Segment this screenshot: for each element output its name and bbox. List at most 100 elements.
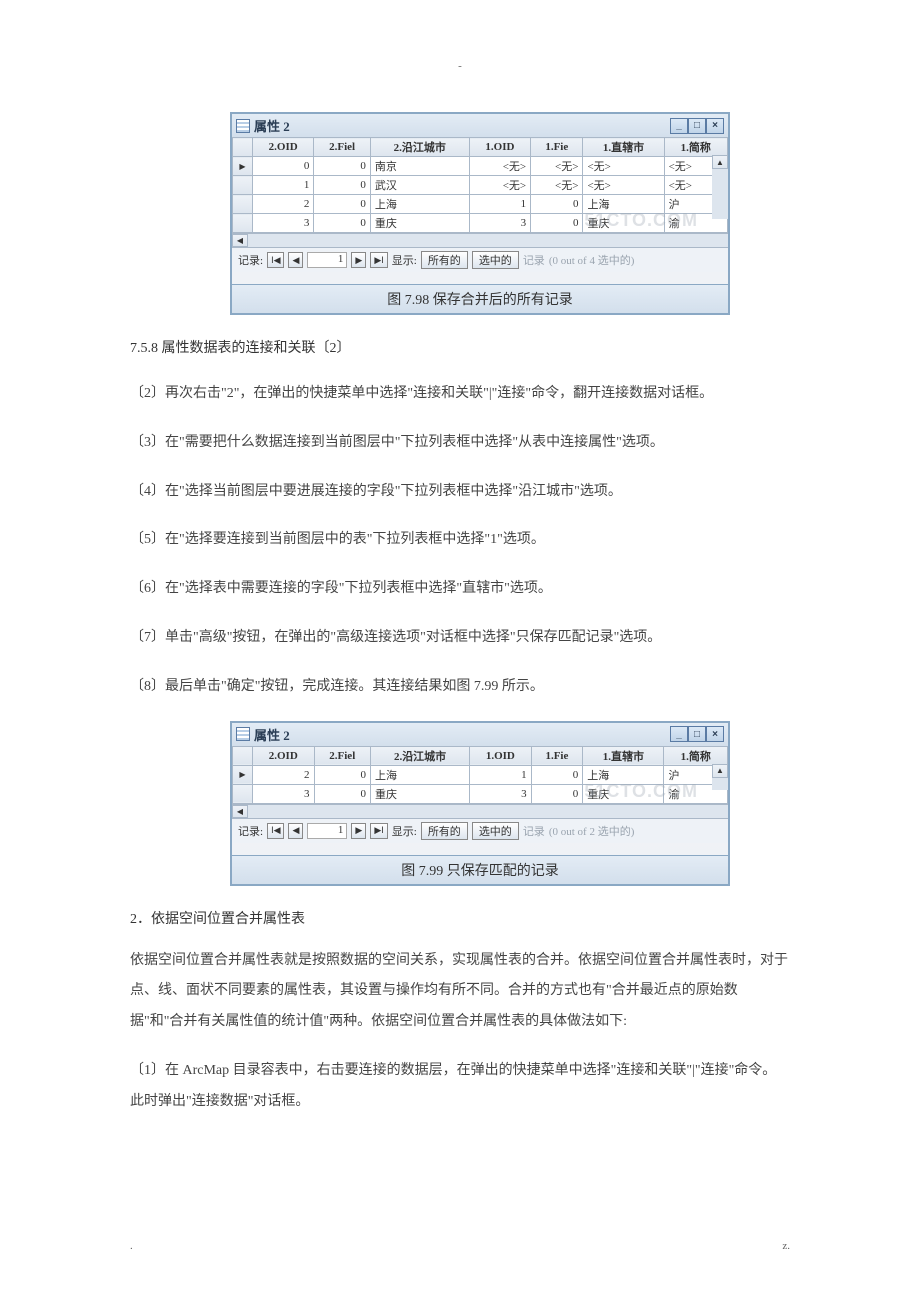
scroll-up-icon[interactable]: ▲ — [712, 155, 728, 169]
cell[interactable]: 2 — [253, 765, 315, 784]
minimize-button[interactable]: _ — [670, 118, 688, 134]
cell[interactable]: <无> — [531, 157, 583, 176]
table-row[interactable]: 10武汉<无><无><无><无> — [233, 176, 728, 195]
column-header[interactable] — [233, 746, 253, 765]
column-header[interactable]: 2.沿江城市 — [371, 746, 470, 765]
maximize-button[interactable]: □ — [688, 118, 706, 134]
cell[interactable]: 0 — [314, 195, 370, 214]
table-row[interactable]: 30重庆30重庆渝 — [233, 784, 728, 803]
column-header[interactable]: 2.OID — [253, 746, 315, 765]
prev-record-button[interactable]: ◀ — [288, 252, 303, 268]
cell[interactable]: 0 — [314, 157, 370, 176]
column-header[interactable]: 1.直辖市 — [583, 746, 664, 765]
cell[interactable]: 3 — [469, 214, 530, 233]
row-gutter[interactable] — [233, 765, 253, 784]
scroll-up-icon[interactable]: ▲ — [712, 764, 728, 778]
table-row[interactable]: 20上海10上海沪 — [233, 195, 728, 214]
horizontal-scrollbar[interactable]: ◀ — [232, 233, 728, 247]
last-record-button[interactable]: ▶I — [370, 252, 387, 268]
minimize-button[interactable]: _ — [670, 726, 688, 742]
last-record-button[interactable]: ▶I — [370, 823, 387, 839]
table-icon — [236, 727, 250, 741]
row-gutter[interactable] — [233, 176, 253, 195]
column-header[interactable]: 1.Fie — [531, 746, 583, 765]
column-header[interactable]: 1.简称 — [664, 746, 728, 765]
cell[interactable]: 重庆 — [583, 214, 664, 233]
column-header[interactable]: 1.简称 — [664, 138, 727, 157]
cell[interactable]: 上海 — [583, 765, 664, 784]
cell[interactable]: 南京 — [370, 157, 469, 176]
show-all-button[interactable]: 所有的 — [421, 251, 468, 269]
first-record-button[interactable]: I◀ — [267, 252, 284, 268]
cell[interactable]: 上海 — [371, 765, 470, 784]
cell[interactable]: 0 — [531, 214, 583, 233]
window-title-2: 属性 2 — [254, 725, 290, 744]
cell[interactable]: 3 — [253, 784, 315, 803]
show-all-button[interactable]: 所有的 — [421, 822, 468, 840]
prev-record-button[interactable]: ◀ — [288, 823, 303, 839]
data-grid-2[interactable]: 2.OID2.Fiel2.沿江城市1.OID1.Fie1.直辖市1.简称 20上… — [232, 746, 728, 804]
cell[interactable]: 0 — [531, 195, 583, 214]
record-number-input[interactable]: 1 — [307, 823, 347, 839]
first-record-button[interactable]: I◀ — [267, 823, 284, 839]
cell[interactable]: 2 — [253, 195, 314, 214]
vertical-scrollbar[interactable]: ▲ — [712, 155, 728, 219]
column-header[interactable]: 1.直辖市 — [583, 138, 664, 157]
data-grid-1[interactable]: 2.OID2.Fiel2.沿江城市1.OID1.Fie1.直辖市1.简称 00南… — [232, 137, 728, 233]
cell[interactable]: <无> — [531, 176, 583, 195]
show-selected-button[interactable]: 选中的 — [472, 251, 519, 269]
row-gutter[interactable] — [233, 784, 253, 803]
cell[interactable]: <无> — [583, 176, 664, 195]
next-record-button[interactable]: ▶ — [351, 252, 366, 268]
record-number-input[interactable]: 1 — [307, 252, 347, 268]
cell[interactable]: <无> — [469, 176, 530, 195]
cell[interactable]: 重庆 — [370, 214, 469, 233]
cell[interactable]: 1 — [470, 765, 532, 784]
vertical-scrollbar[interactable]: ▲ — [712, 764, 728, 790]
horizontal-scrollbar[interactable]: ◀ — [232, 804, 728, 818]
cell[interactable]: 0 — [531, 765, 583, 784]
pager-label: 记录: — [238, 252, 263, 268]
show-selected-button[interactable]: 选中的 — [472, 822, 519, 840]
row-gutter[interactable] — [233, 157, 253, 176]
cell[interactable]: 重庆 — [583, 784, 664, 803]
cell[interactable]: <无> — [583, 157, 664, 176]
cell[interactable]: 0 — [531, 784, 583, 803]
column-header[interactable] — [233, 138, 253, 157]
table-row[interactable]: 00南京<无><无><无><无> — [233, 157, 728, 176]
cell[interactable]: 1 — [253, 176, 314, 195]
column-header[interactable]: 2.沿江城市 — [370, 138, 469, 157]
cell[interactable]: 0 — [314, 765, 371, 784]
figure-caption-2: 图 7.99 只保存匹配的记录 — [232, 855, 728, 884]
cell[interactable]: 0 — [314, 214, 370, 233]
column-header[interactable]: 1.OID — [469, 138, 530, 157]
column-header[interactable]: 1.OID — [470, 746, 532, 765]
cell[interactable]: 0 — [253, 157, 314, 176]
sub-heading: 2．依据空间位置合并属性表 — [130, 908, 790, 928]
cell[interactable]: 3 — [253, 214, 314, 233]
row-gutter[interactable] — [233, 195, 253, 214]
table-row[interactable]: 20上海10上海沪 — [233, 765, 728, 784]
cell[interactable]: 武汉 — [370, 176, 469, 195]
scroll-left-icon[interactable]: ◀ — [232, 234, 248, 247]
column-header[interactable]: 2.Fiel — [314, 138, 370, 157]
cell[interactable]: <无> — [469, 157, 530, 176]
maximize-button[interactable]: □ — [688, 726, 706, 742]
cell[interactable]: 1 — [469, 195, 530, 214]
column-header[interactable]: 2.OID — [253, 138, 314, 157]
table-row[interactable]: 30重庆30重庆渝 — [233, 214, 728, 233]
cell[interactable]: 上海 — [370, 195, 469, 214]
column-header[interactable]: 2.Fiel — [314, 746, 371, 765]
cell[interactable]: 上海 — [583, 195, 664, 214]
cell[interactable]: 0 — [314, 176, 370, 195]
next-record-button[interactable]: ▶ — [351, 823, 366, 839]
step-3: 〔3〕在"需要把什么数据连接到当前图层中"下拉列表框中选择"从表中连接属性"选项… — [130, 428, 790, 459]
cell[interactable]: 0 — [314, 784, 371, 803]
cell[interactable]: 重庆 — [371, 784, 470, 803]
close-button[interactable]: × — [706, 726, 724, 742]
row-gutter[interactable] — [233, 214, 253, 233]
close-button[interactable]: × — [706, 118, 724, 134]
scroll-left-icon[interactable]: ◀ — [232, 805, 248, 818]
cell[interactable]: 3 — [470, 784, 532, 803]
column-header[interactable]: 1.Fie — [531, 138, 583, 157]
